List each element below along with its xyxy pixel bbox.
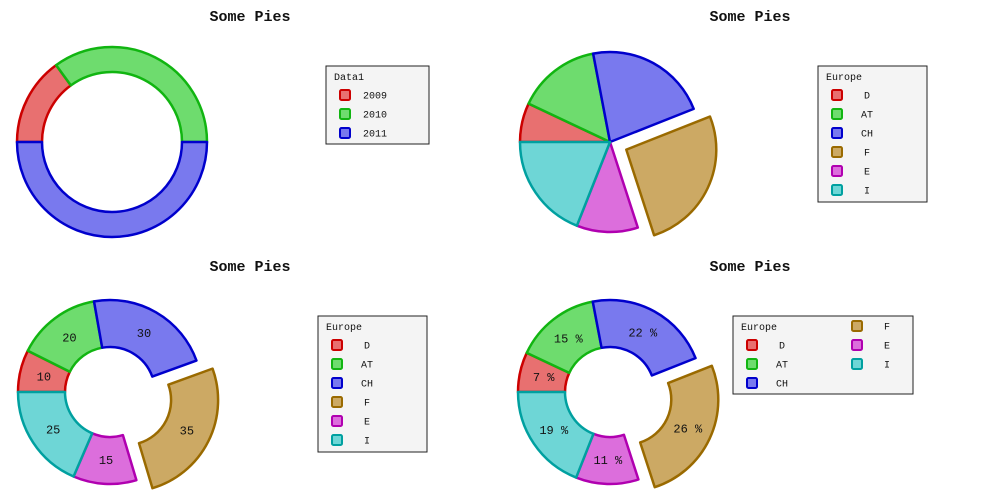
legend-swatch-f	[831, 146, 843, 158]
legend-swatch-2011	[339, 127, 351, 139]
legend-label-f: F	[864, 149, 870, 160]
chart-1-legend: Data1 2009 2010 2011	[325, 65, 430, 145]
chart-4-legend-title: Europe	[741, 323, 777, 334]
slice-label-ch: 22 %	[628, 326, 658, 340]
legend-swatch-f	[331, 396, 343, 408]
chart-1-legend-title: Data1	[334, 73, 364, 84]
chart-1-title: Some Pies	[209, 9, 290, 26]
pie-slice-f	[137, 367, 220, 490]
legend-swatch-e	[851, 339, 863, 351]
legend-swatch-i	[831, 184, 843, 196]
legend-swatch-i	[331, 434, 343, 446]
slice-label-ch: 30	[137, 327, 151, 341]
legend-swatch-e	[831, 165, 843, 177]
pie-slice-2010	[54, 45, 209, 144]
legend-label-2009: 2009	[363, 92, 387, 103]
pie-slice-2009	[15, 63, 73, 144]
legend-label-e: E	[884, 342, 890, 353]
legend-swatch-ch	[746, 377, 758, 389]
legend-label-2010: 2010	[363, 111, 387, 122]
legend-label-at: AT	[361, 361, 373, 372]
chart-4-legend: Europe D AT CH FEI	[732, 315, 914, 395]
legend-swatch-at	[331, 358, 343, 370]
slice-label-i: 25	[46, 423, 60, 437]
chart-1-slices	[15, 45, 209, 239]
chart-2-slices	[518, 50, 718, 237]
chart-2-title: Some Pies	[709, 9, 790, 26]
legend-label-f: F	[364, 399, 370, 410]
chart-1: Some Pies Data1 2009 2010 2011	[15, 9, 430, 239]
slice-label-e: 15	[99, 454, 113, 468]
legend-label-i: I	[884, 361, 890, 372]
legend-label-at: AT	[861, 111, 873, 122]
legend-swatch-2009	[339, 89, 351, 101]
legend-swatch-d	[331, 339, 343, 351]
slice-label-f: 35	[180, 425, 194, 439]
legend-swatch-d	[746, 339, 758, 351]
legend-label-i: I	[864, 187, 870, 198]
legend-label-ch: CH	[361, 380, 373, 391]
legend-label-i: I	[364, 437, 370, 448]
legend-swatch-i	[851, 358, 863, 370]
slice-label-f: 26 %	[673, 423, 703, 437]
slice-label-at: 20	[62, 331, 76, 345]
legend-swatch-at	[831, 108, 843, 120]
legend-swatch-at	[746, 358, 758, 370]
legend-label-d: D	[779, 342, 785, 353]
chart-2: Some Pies Europe D AT CH FEI	[518, 9, 928, 237]
legend-swatch-2010	[339, 108, 351, 120]
legend-label-e: E	[364, 418, 370, 429]
legend-swatch-d	[831, 89, 843, 101]
legend-label-d: D	[364, 342, 370, 353]
slice-label-i: 19 %	[539, 424, 569, 438]
chart-3-legend: Europe D AT CH FEI	[317, 315, 428, 453]
legend-label-at: AT	[776, 361, 788, 372]
chart-4: Some Pies 7 % 15 % 22 % 26 % 11 % 19 % Europe…	[516, 259, 914, 489]
pie-slice-f	[625, 115, 718, 237]
slice-label-d: 7 %	[533, 371, 555, 385]
legend-label-ch: CH	[776, 380, 788, 391]
charts-canvas: Some Pies Data1 200920102011 Some Pies E…	[15, 9, 928, 490]
slice-label-e: 11 %	[593, 454, 623, 468]
chart-3-title: Some Pies	[209, 259, 290, 276]
legend-label-2011: 2011	[363, 130, 387, 141]
legend-label-f: F	[884, 323, 890, 334]
pie-slice-2011	[15, 140, 209, 239]
chart-3-legend-title: Europe	[326, 323, 362, 334]
chart-3-slices	[16, 298, 220, 490]
slice-label-d: 10	[37, 370, 51, 384]
slice-label-at: 15 %	[554, 332, 584, 346]
chart-3: Some Pies 10 20 30 35 15 25 Europe D AT CH FEI	[16, 259, 428, 490]
legend-label-ch: CH	[861, 130, 873, 141]
chart-2-legend: Europe D AT CH FEI	[817, 65, 928, 203]
legend-swatch-e	[331, 415, 343, 427]
chart-4-title: Some Pies	[709, 259, 790, 276]
legend-swatch-f	[851, 320, 863, 332]
legend-label-e: E	[864, 168, 870, 179]
legend-swatch-ch	[331, 377, 343, 389]
legend-swatch-ch	[831, 127, 843, 139]
legend-label-d: D	[864, 92, 870, 103]
chart-2-legend-title: Europe	[826, 73, 862, 84]
